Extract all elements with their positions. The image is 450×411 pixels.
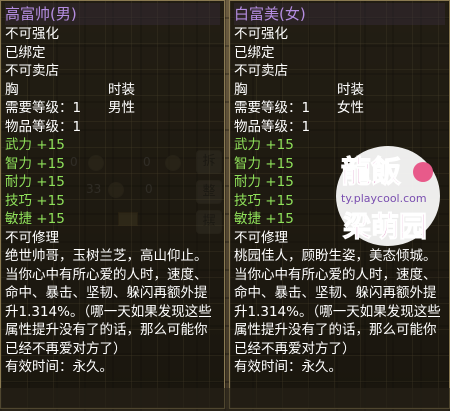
level-requirement: 需要等级：1: [5, 100, 82, 116]
level-row: 需要等级：1 女性: [234, 99, 445, 118]
stat-force: 武力 +15: [5, 137, 65, 153]
gender-label: 女性: [337, 100, 364, 116]
site-logo: 龍飯 ty.playcool.com 梁萌园: [336, 146, 440, 246]
stat-intellect: 智力 +15: [5, 155, 65, 172]
item-level: 物品等级：1: [5, 118, 82, 135]
item-level: 物品等级：1: [234, 118, 311, 135]
svg-text:梁萌园: 梁萌园: [342, 210, 427, 243]
flag-bound: 已绑定: [234, 44, 275, 61]
stat-skill: 技巧 +15: [5, 192, 65, 209]
duration: 有效时间：永久。: [234, 359, 342, 375]
slot-label: 胸: [234, 81, 248, 98]
gender-label: 男性: [108, 100, 135, 116]
slot-row: 胸 时装: [5, 81, 220, 100]
level-row: 需要等级：1 男性: [5, 99, 220, 118]
item-description: 桃园佳人，顾盼生姿，美态倾城。当你心中有所心爱的人时，速度、命中、暴击、坚韧、躲…: [234, 248, 441, 357]
duration: 有效时间：永久。: [5, 359, 113, 375]
type-label: 时装: [108, 81, 135, 98]
repair-flag: 不可修理: [5, 229, 59, 246]
stat-stamina: 耐力 +15: [5, 174, 65, 190]
bottom-toolbar: [0, 388, 450, 411]
type-label: 时装: [337, 81, 364, 98]
flag-no-sell: 不可卖店: [234, 63, 288, 79]
item-description: 绝世帅哥，玉树兰芝，高山仰止。当你心中有所心爱的人时，速度、命中、暴击、坚韧、躲…: [5, 248, 212, 357]
slot-label: 胸: [5, 81, 19, 98]
item-title: 高富帅(男): [5, 3, 220, 25]
item-title: 白富美(女): [234, 3, 445, 25]
flag-bound: 已绑定: [5, 44, 46, 61]
stat-agility: 敏捷 +15: [5, 211, 65, 227]
level-requirement: 需要等级：1: [234, 100, 311, 116]
svg-text:ty.playcool.com: ty.playcool.com: [341, 192, 427, 205]
flag-no-enhance: 不可强化: [234, 26, 288, 42]
flag-no-enhance: 不可强化: [5, 26, 59, 42]
flag-no-sell: 不可卖店: [5, 63, 59, 79]
svg-text:龍飯: 龍飯: [341, 155, 401, 190]
slot-row: 胸 时装: [234, 81, 445, 100]
item-tooltip-male: 高富帅(男) 不可强化 已绑定 不可卖店 胸 时装 需要等级：1 男性 物品等级…: [0, 0, 225, 409]
